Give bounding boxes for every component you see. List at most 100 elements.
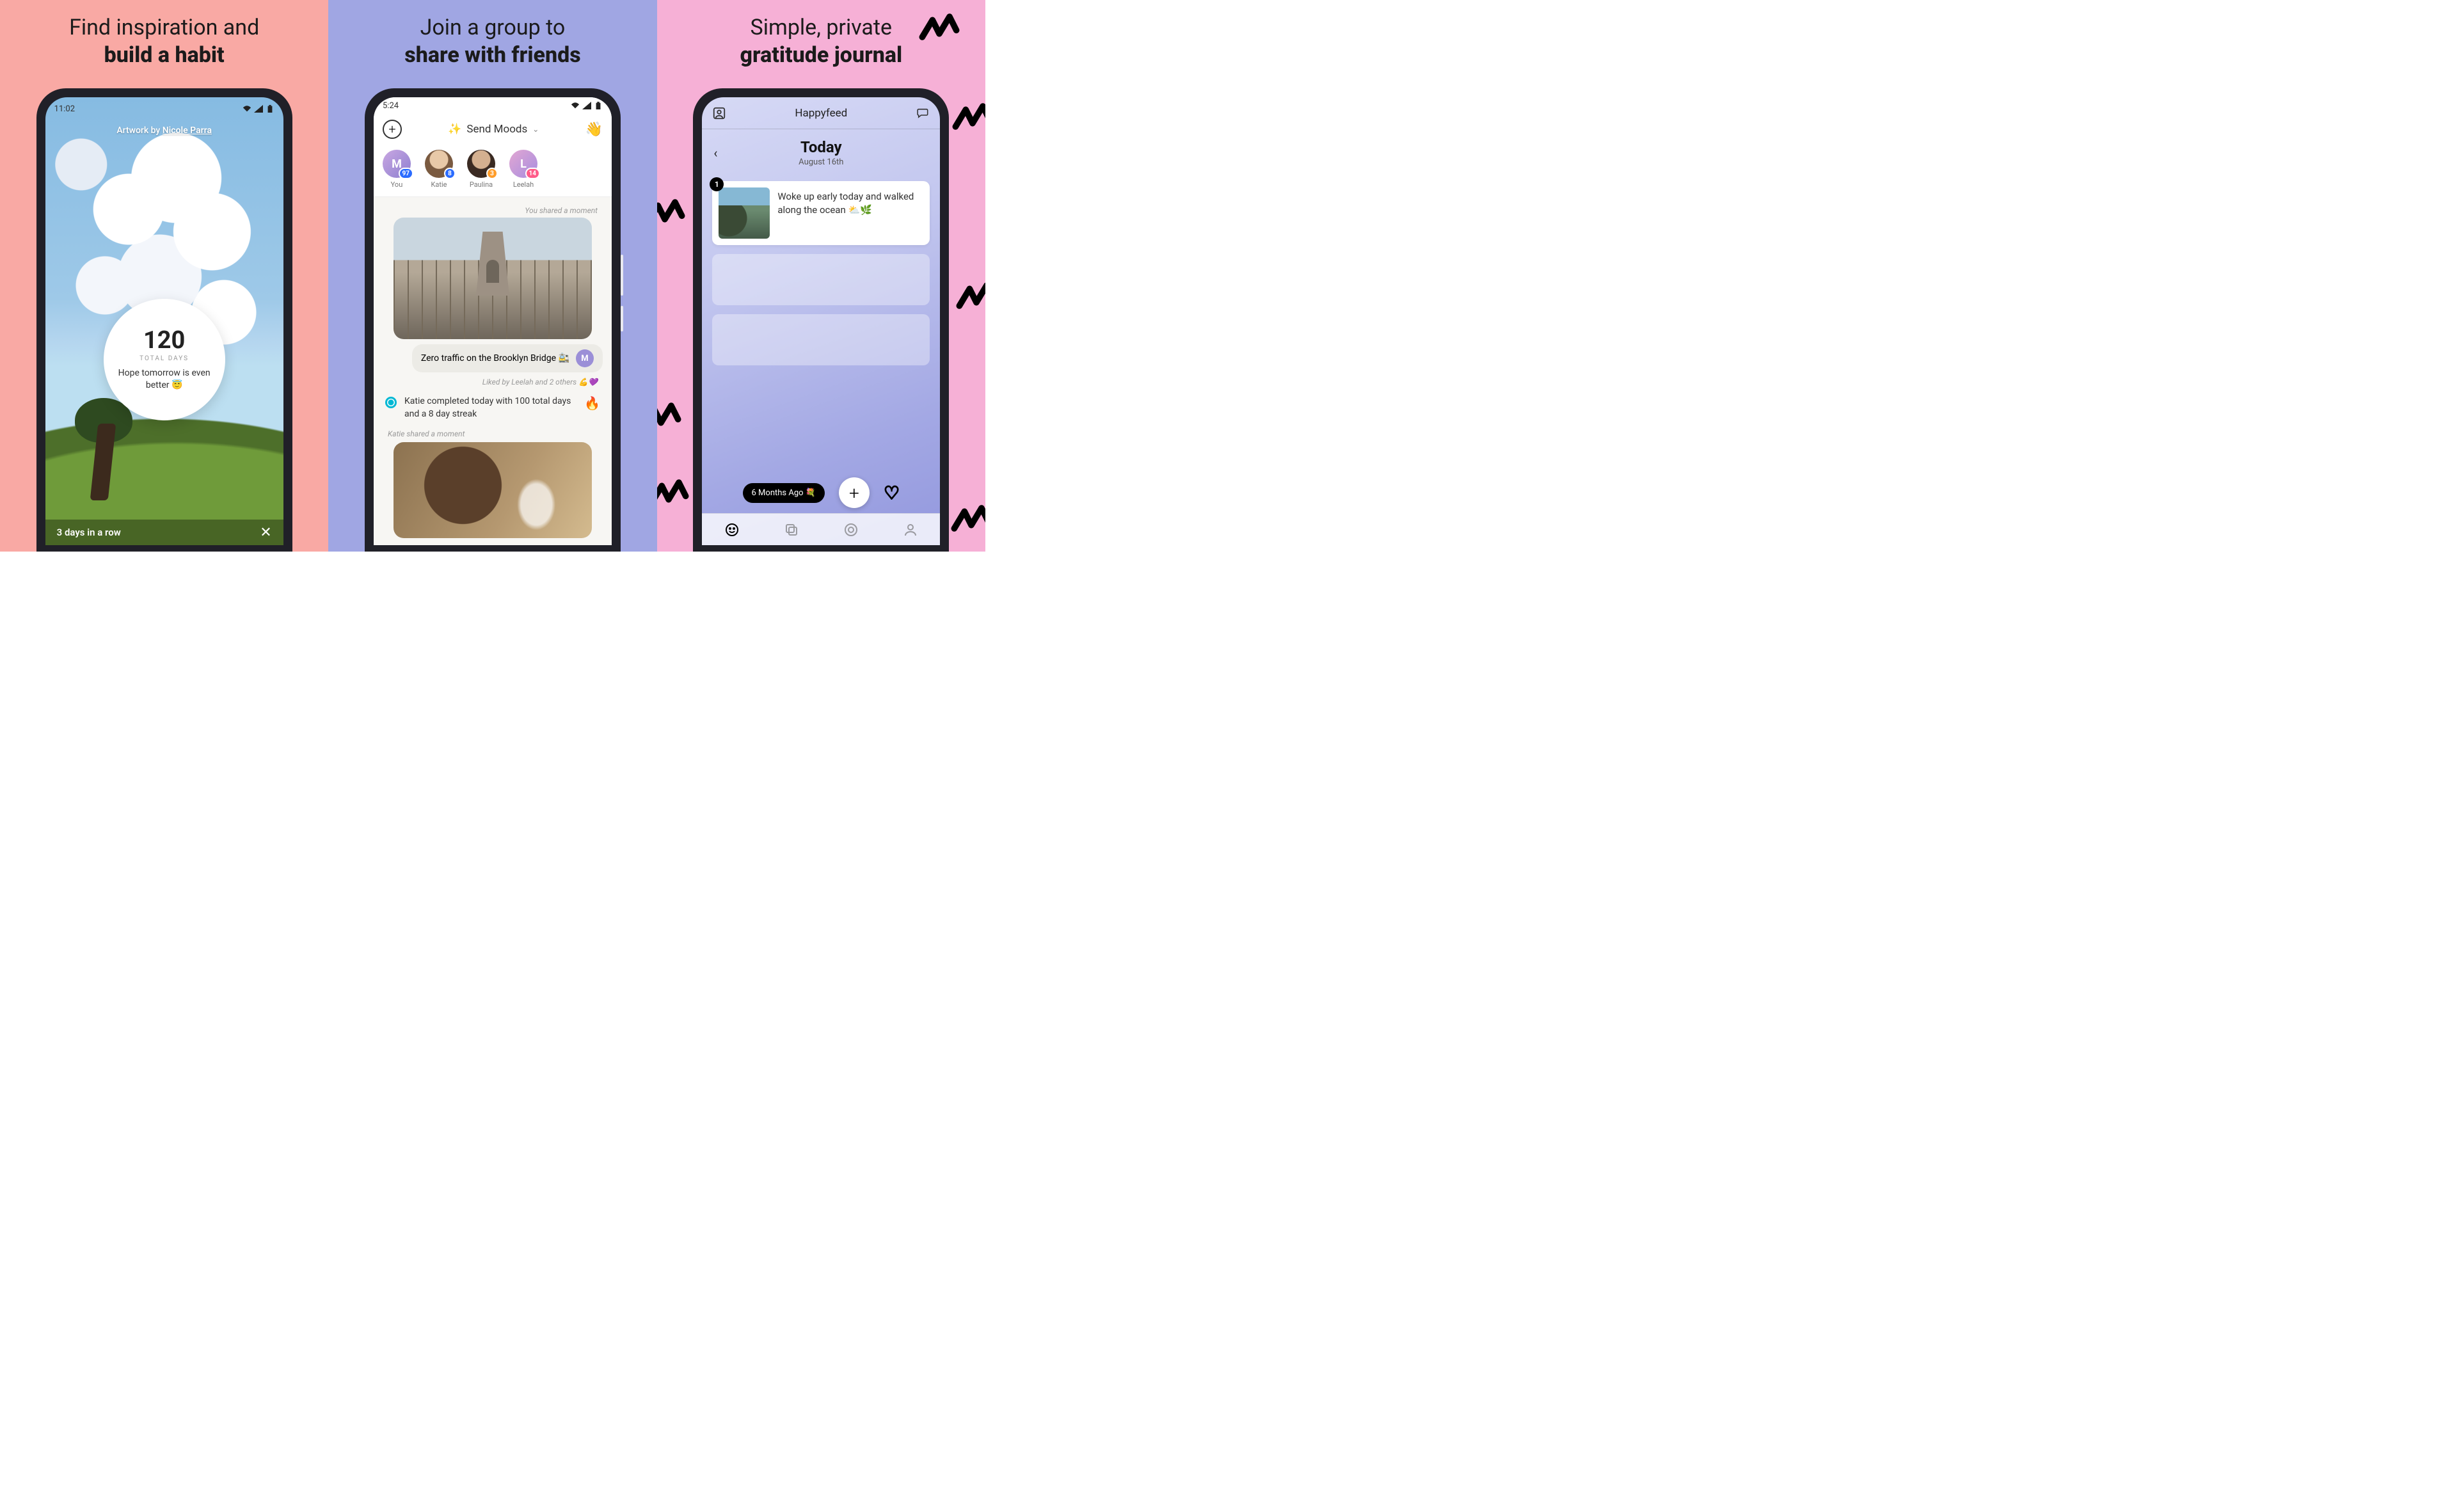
shared-label: You shared a moment (388, 206, 598, 215)
nav-smile-icon[interactable] (724, 522, 740, 537)
group-selector[interactable]: ✨ Send Moods ⌄ (448, 123, 539, 136)
date-row: ‹ Today August 16th (702, 129, 940, 171)
phone-side-button (621, 255, 623, 296)
squiggle-icon (657, 472, 689, 513)
memory-chip[interactable]: 6 Months Ago 💐 (743, 483, 825, 503)
caption-avatar: M (576, 349, 594, 367)
avatar-circle: 3 (467, 150, 495, 178)
avatar-badge: 8 (444, 168, 456, 179)
sparkle-icon: ✨ (448, 123, 461, 136)
counter-label: TOTAL DAYS (139, 355, 189, 362)
date-column: Today August 16th (729, 138, 913, 167)
entry-text: Woke up early today and walked along the… (777, 187, 923, 239)
add-entry-fab[interactable]: + (839, 477, 870, 508)
squiggle-icon (657, 192, 685, 233)
caption-text: Zero traffic on the Brooklyn Bridge 🚉 (421, 353, 569, 363)
milestone-row: Katie completed today with 100 total day… (385, 395, 600, 420)
avatar-badge: 97 (399, 168, 413, 179)
nav-target-icon[interactable] (843, 522, 859, 537)
date-label: August 16th (729, 157, 913, 167)
app-title: Happyfeed (795, 107, 847, 120)
streak-counter-card: 120 TOTAL DAYS Hope tomorrow is even bet… (104, 299, 225, 420)
plus-icon: + (849, 482, 859, 504)
phone-frame-3: Happyfeed ‹ Today August 16th 1 Woke up … (693, 88, 949, 552)
avatar-katie[interactable]: 8 Katie (425, 150, 453, 189)
status-bar: 5:24 (374, 97, 612, 114)
panel-journal: Simple, private gratitude journal Happyf… (657, 0, 985, 552)
squiggle-icon (951, 498, 985, 539)
feed-photo-wine[interactable] (394, 442, 592, 538)
headline-top: Simple, private (751, 15, 893, 40)
back-icon[interactable]: ‹ (713, 145, 729, 161)
liked-by[interactable]: Liked by Leelah and 2 others 💪💜 (388, 378, 598, 386)
today-label: Today (729, 138, 913, 156)
wifi-icon (243, 105, 251, 113)
entry-placeholder[interactable] (712, 254, 930, 305)
phone-frame-2: 5:24 + ✨ Send Moods ⌄ 👋 (365, 88, 621, 552)
battery-icon (594, 102, 603, 109)
milestone-bullet-icon (385, 397, 397, 408)
group-name: Send Moods (466, 123, 527, 136)
avatar-row: M 97 You 8 Katie 3 Paulina (374, 145, 612, 197)
close-icon[interactable]: ✕ (260, 525, 271, 541)
squiggle-icon (956, 275, 985, 316)
nav-person-icon[interactable] (903, 522, 918, 537)
add-button[interactable]: + (383, 120, 402, 139)
feed-photo-bridge[interactable] (394, 218, 592, 339)
avatar-leelah[interactable]: L 14 Leelah (509, 150, 537, 189)
avatar-badge: 14 (525, 168, 540, 179)
nav-cards-icon[interactable] (784, 522, 799, 537)
avatar-name: Katie (431, 180, 447, 189)
headline-bold: share with friends (404, 42, 580, 68)
panel-habit: Find inspiration and build a habit 11:02… (0, 0, 328, 552)
panel1-headline: Find inspiration and build a habit (69, 14, 259, 68)
feed[interactable]: You shared a moment Zero traffic on the … (374, 197, 612, 545)
footer-bar: 3 days in a row ✕ (45, 520, 283, 545)
status-icons (243, 105, 274, 113)
panel-group: Join a group to share with friends 5:24 … (328, 0, 656, 552)
journal-entry[interactable]: 1 Woke up early today and walked along t… (712, 181, 930, 245)
profile-icon[interactable] (712, 106, 726, 120)
panel2-headline: Join a group to share with friends (404, 14, 580, 68)
avatar-name: Leelah (513, 180, 534, 189)
shared-label-2: Katie shared a moment (388, 429, 598, 438)
wave-icon[interactable]: 👋 (585, 122, 603, 138)
avatar-name: Paulina (470, 180, 493, 189)
chat-icon[interactable] (916, 106, 930, 120)
headline-top: Find inspiration and (69, 15, 259, 40)
milestone-text: Katie completed today with 100 total day… (404, 395, 576, 420)
phone-side-button-2 (621, 306, 623, 331)
status-bar: 11:02 (54, 101, 274, 116)
chevron-down-icon: ⌄ (532, 125, 539, 134)
headline-top: Join a group to (420, 15, 566, 40)
avatar-circle: M 97 (383, 150, 411, 178)
status-time: 5:24 (383, 101, 399, 111)
avatar-paulina[interactable]: 3 Paulina (467, 150, 495, 189)
app-header: Happyfeed (702, 97, 940, 129)
phone-screen-2: 5:24 + ✨ Send Moods ⌄ 👋 (374, 97, 612, 545)
wifi-icon (571, 102, 580, 109)
feed-caption[interactable]: Zero traffic on the Brooklyn Bridge 🚉 M (412, 344, 603, 372)
squiggle-icon (919, 6, 960, 47)
app-header: + ✨ Send Moods ⌄ 👋 (374, 114, 612, 145)
bottom-nav (702, 513, 940, 545)
headline-bold: gratitude journal (740, 42, 902, 68)
entry-placeholder[interactable] (712, 314, 930, 365)
counter-number: 120 (143, 328, 185, 353)
streak-text: 3 days in a row (57, 527, 121, 538)
avatar-you[interactable]: M 97 You (383, 150, 411, 189)
status-icons (571, 102, 603, 109)
phone-screen-1: 11:02 Artwork by Nicole Parra 120 TOTAL … (45, 97, 283, 545)
entry-photo[interactable] (719, 187, 770, 239)
fire-icon: 🔥 (584, 395, 600, 411)
tree (75, 398, 132, 500)
avatar-circle: 8 (425, 150, 453, 178)
heart-icon[interactable]: ♡ (884, 482, 900, 504)
avatar-name: You (391, 180, 403, 189)
hope-message: Hope tomorrow is even better 😇 (110, 367, 219, 390)
phone-screen-3: Happyfeed ‹ Today August 16th 1 Woke up … (702, 97, 940, 545)
artist-link[interactable]: Nicole Parra (163, 125, 212, 136)
signal-icon (254, 105, 263, 113)
artwork-credit[interactable]: Artwork by Nicole Parra (45, 125, 283, 136)
avatar-circle: L 14 (509, 150, 537, 178)
